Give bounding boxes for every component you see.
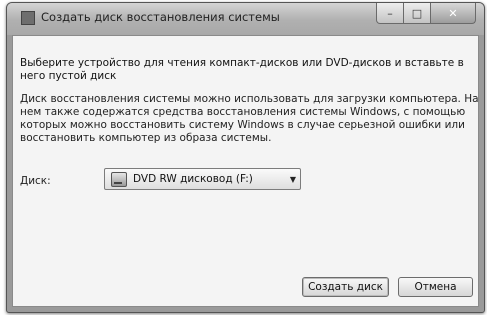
dialog-content: Выберите устройство для чтения компакт-д… (12, 35, 479, 307)
drive-label: Диск: (20, 175, 51, 187)
cancel-button[interactable]: Отмена (398, 277, 473, 297)
main-instruction: Выберите устройство для чтения компакт-д… (20, 57, 464, 82)
create-disc-button[interactable]: Создать диск (302, 277, 389, 297)
optical-drive-icon (111, 171, 127, 187)
chevron-down-icon[interactable]: ▼ (286, 175, 300, 184)
close-icon: ✕ (448, 6, 458, 20)
maximize-button[interactable]: □ (404, 3, 431, 24)
title-bar[interactable]: Создать диск восстановления системы – □ … (7, 3, 484, 35)
drive-select-value: DVD RW дисковод (F:) (133, 173, 253, 185)
maximize-icon: □ (411, 6, 423, 20)
window-title: Создать диск восстановления системы (41, 10, 280, 24)
recovery-disc-dialog: Создать диск восстановления системы – □ … (6, 2, 485, 313)
app-icon (21, 11, 35, 25)
drive-select[interactable]: DVD RW дисковод (F:) ▼ (104, 168, 301, 190)
description-text: Диск восстановления системы можно исполь… (20, 93, 479, 144)
close-button[interactable]: ✕ (431, 3, 476, 24)
minimize-icon: – (387, 6, 393, 20)
minimize-button[interactable]: – (376, 3, 404, 24)
caption-buttons: – □ ✕ (376, 3, 476, 24)
